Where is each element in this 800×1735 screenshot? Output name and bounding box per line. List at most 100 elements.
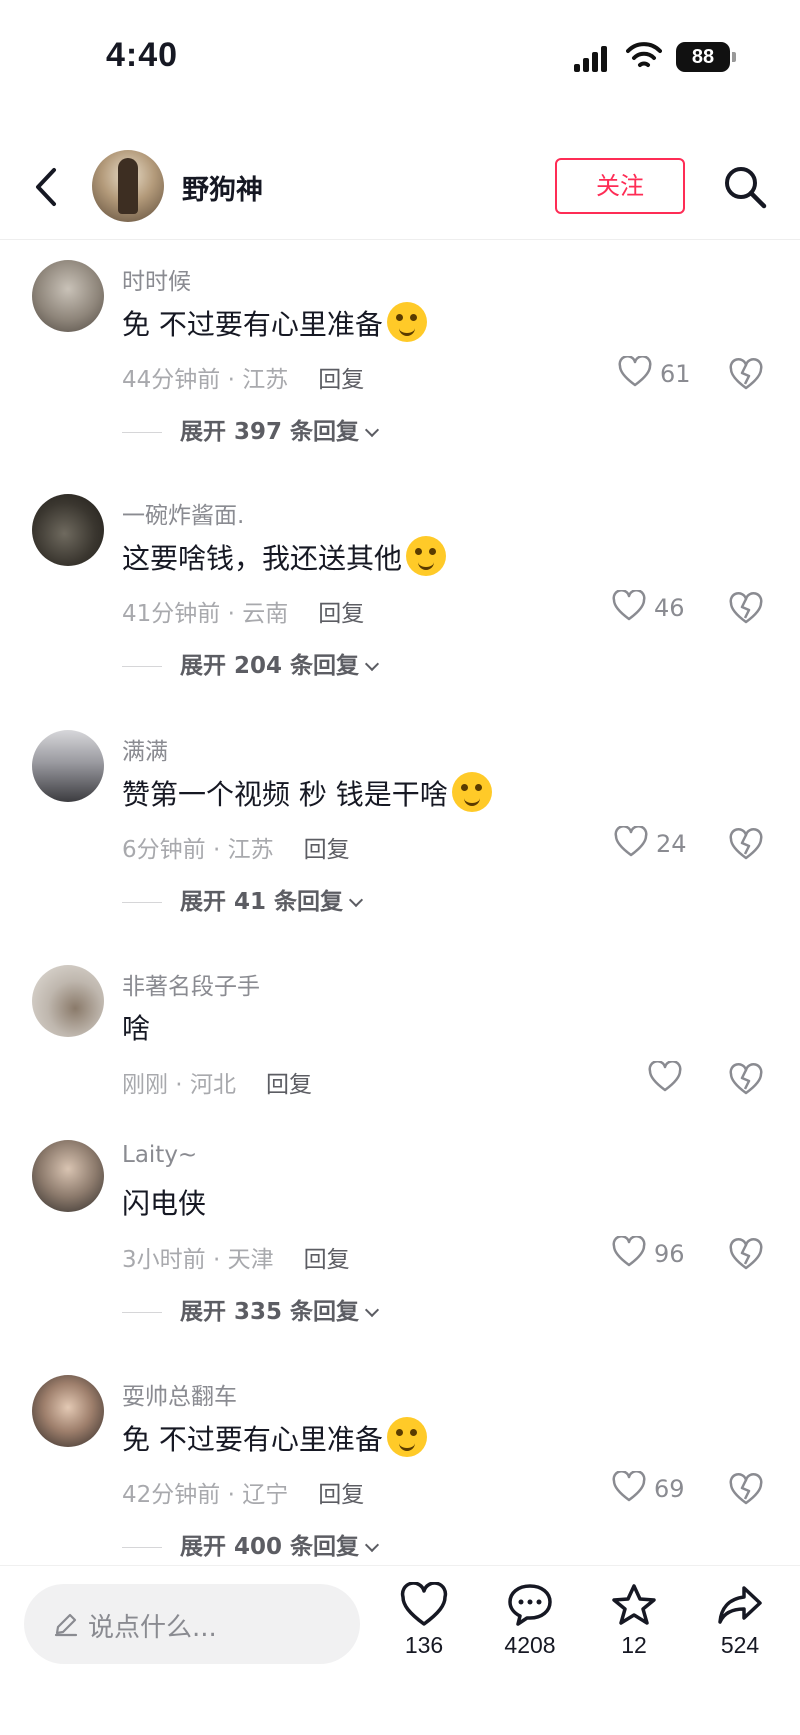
- comment-text-body: 免 不过要有心里准备: [122, 308, 383, 341]
- avatar[interactable]: [32, 1140, 104, 1212]
- comment-item: 满满 赞第一个视频 秒 钱是干啥 6分钟前 · 江苏 回复 24 展开 41 条回…: [0, 712, 800, 937]
- comment-username[interactable]: Laity~: [122, 1142, 197, 1168]
- back-icon[interactable]: [26, 162, 70, 212]
- like-count: 136: [404, 1632, 444, 1658]
- emoji-icon: [386, 302, 427, 342]
- comment-text: 闪电侠: [122, 1182, 206, 1222]
- author-avatar[interactable]: [92, 150, 164, 222]
- divider: [122, 666, 162, 667]
- comment-text: 免 不过要有心里准备: [122, 302, 427, 343]
- chevron-down-icon: [348, 892, 364, 908]
- like-button[interactable]: 96: [612, 1234, 712, 1274]
- header: 野狗神 关注: [0, 140, 800, 240]
- like-count: 69: [654, 1475, 685, 1503]
- comment-username[interactable]: 一碗炸酱面.: [122, 496, 244, 530]
- heart-icon: [618, 356, 652, 387]
- comment-text: 这要啥钱，我还送其他: [122, 536, 447, 577]
- comment-username[interactable]: 耍帅总翻车: [122, 1377, 237, 1411]
- avatar[interactable]: [32, 730, 104, 802]
- comment-text-body: 闪电侠: [122, 1187, 207, 1220]
- share-icon: [718, 1586, 762, 1624]
- search-icon[interactable]: [720, 162, 770, 212]
- comment-input[interactable]: 说点什么...: [24, 1584, 360, 1664]
- avatar[interactable]: [32, 1375, 104, 1447]
- avatar[interactable]: [32, 494, 104, 566]
- broken-heart-icon[interactable]: [728, 590, 764, 626]
- avatar[interactable]: [32, 965, 104, 1037]
- signal-icon: [574, 44, 610, 72]
- heart-icon: [400, 1582, 448, 1626]
- comment-item: 非著名段子手 啥 刚刚 · 河北 回复: [0, 947, 800, 1117]
- divider: [122, 902, 162, 903]
- like-button[interactable]: [648, 1059, 688, 1099]
- emoji-icon: [406, 536, 447, 576]
- expand-replies-button[interactable]: 展开 335 条回复: [122, 1292, 380, 1326]
- like-button[interactable]: 24: [614, 824, 714, 864]
- comment-time: 刚刚: [122, 1072, 168, 1098]
- expand-replies-button[interactable]: 展开 204 条回复: [122, 646, 380, 680]
- expand-label: 展开 204 条回复: [180, 653, 360, 679]
- divider: [122, 1547, 162, 1548]
- divider: [122, 432, 162, 433]
- reply-button[interactable]: 回复: [266, 1065, 312, 1099]
- comment-action-button[interactable]: 4208: [490, 1576, 570, 1686]
- status-bar: 4:40 88: [0, 0, 800, 120]
- comment-text-body: 这要啥钱，我还送其他: [122, 542, 403, 575]
- comment-time: 41分钟前: [122, 601, 221, 627]
- star-icon: [612, 1584, 656, 1625]
- expand-replies-button[interactable]: 展开 397 条回复: [122, 412, 380, 446]
- like-count: 24: [656, 830, 687, 858]
- comment-item: 耍帅总翻车 免 不过要有心里准备 42分钟前 · 辽宁 回复 69 展开 400 …: [0, 1357, 800, 1562]
- comment-text-body: 免 不过要有心里准备: [122, 1423, 383, 1456]
- expand-label: 展开 41 条回复: [180, 889, 344, 915]
- comment-text-body: 啥: [122, 1012, 151, 1045]
- comment-location: 辽宁: [242, 1482, 289, 1508]
- broken-heart-icon[interactable]: [728, 356, 764, 392]
- comment-username[interactable]: 非著名段子手: [122, 967, 260, 1001]
- comment-location: 天津: [227, 1247, 274, 1273]
- comment-input-placeholder: 说点什么...: [88, 1613, 217, 1643]
- follow-button[interactable]: 关注: [555, 158, 685, 214]
- chevron-down-icon: [364, 1302, 380, 1318]
- broken-heart-icon[interactable]: [728, 1471, 764, 1507]
- bottom-action-bar: 说点什么... 136 4208 12 524: [0, 1565, 800, 1735]
- comment-username[interactable]: 满满: [122, 732, 168, 766]
- comment-time: 3小时前: [122, 1247, 206, 1273]
- share-action-button[interactable]: 524: [700, 1576, 780, 1686]
- comment-location: 江苏: [242, 367, 289, 393]
- like-button[interactable]: 46: [612, 588, 712, 628]
- comment-location: 云南: [242, 601, 289, 627]
- broken-heart-icon[interactable]: [728, 1061, 764, 1097]
- reply-button[interactable]: 回复: [304, 1240, 350, 1274]
- chevron-down-icon: [364, 1537, 380, 1553]
- like-button[interactable]: 61: [618, 354, 718, 394]
- comment-item: 一碗炸酱面. 这要啥钱，我还送其他 41分钟前 · 云南 回复 46 展开 204…: [0, 476, 800, 701]
- comment-count: 4208: [504, 1632, 556, 1658]
- heart-icon: [648, 1061, 682, 1092]
- comment-meta: 刚刚 · 河北 回复: [122, 1065, 312, 1099]
- status-time: 4:40: [106, 36, 179, 74]
- author-name[interactable]: 野狗神: [182, 168, 263, 207]
- comment-location: 江苏: [227, 837, 274, 863]
- comment-location: 河北: [189, 1072, 236, 1098]
- broken-heart-icon[interactable]: [728, 826, 764, 862]
- avatar[interactable]: [32, 260, 104, 332]
- reply-button[interactable]: 回复: [318, 594, 364, 628]
- expand-replies-button[interactable]: 展开 400 条回复: [122, 1527, 380, 1561]
- like-button[interactable]: 69: [612, 1469, 712, 1509]
- reply-button[interactable]: 回复: [318, 1475, 364, 1509]
- battery-tip: [732, 52, 736, 62]
- reply-button[interactable]: 回复: [304, 830, 350, 864]
- expand-replies-button[interactable]: 展开 41 条回复: [122, 882, 364, 916]
- heart-icon: [612, 1471, 646, 1502]
- broken-heart-icon[interactable]: [728, 1236, 764, 1272]
- comment-list[interactable]: 时时候 免 不过要有心里准备 44分钟前 · 江苏 回复 61 展开 397 条回…: [0, 242, 800, 1562]
- comment-meta: 6分钟前 · 江苏 回复: [122, 830, 350, 864]
- like-action-button[interactable]: 136: [384, 1576, 464, 1686]
- heart-icon: [612, 1236, 646, 1267]
- comment-username[interactable]: 时时候: [122, 262, 191, 296]
- favorite-action-button[interactable]: 12: [594, 1576, 674, 1686]
- comment-time: 6分钟前: [122, 837, 206, 863]
- reply-button[interactable]: 回复: [318, 360, 364, 394]
- battery-indicator: 88: [676, 42, 730, 72]
